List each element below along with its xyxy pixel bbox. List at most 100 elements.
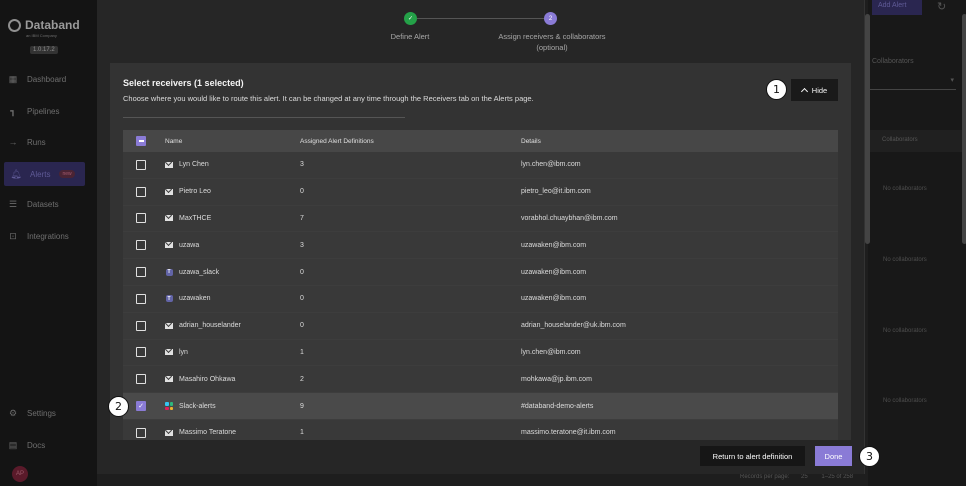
row-checkbox[interactable]: [136, 366, 146, 392]
add-alert-button[interactable]: Add Alert: [872, 0, 922, 15]
receiver-details: uzawaken@ibm.com: [521, 241, 587, 249]
step-connector: [417, 18, 544, 19]
per-page-select[interactable]: 25: [801, 474, 808, 480]
scrollbar-thumb[interactable]: [865, 14, 870, 244]
sidebar-item-runs[interactable]: → Runs: [8, 137, 46, 147]
brand: Databand: [8, 18, 80, 32]
receiver-details: vorabhol.chuaybhan@ibm.com: [521, 214, 618, 222]
row-checkbox[interactable]: [136, 206, 146, 232]
table-row[interactable]: Pietro Leo 0 pietro_leo@it.ibm.com: [123, 178, 838, 206]
sidebar-item-datasets[interactable]: ☰ Datasets: [8, 199, 59, 209]
step-current-indicator: 2: [544, 12, 557, 25]
sidebar-item-docs[interactable]: ▤ Docs: [8, 440, 46, 450]
no-collaborators-text: No collaborators: [883, 257, 927, 263]
receiver-details: massimo.teratone@it.ibm.com: [521, 429, 616, 437]
row-checkbox[interactable]: [136, 313, 146, 339]
row-checkbox[interactable]: [136, 232, 146, 258]
assigned-count: 0: [300, 188, 304, 196]
no-collaborators-text: No collaborators: [883, 186, 927, 192]
teams-icon: T: [165, 295, 173, 303]
sidebar-item-pipelines[interactable]: ┓ Pipelines: [8, 106, 59, 116]
receiver-name-cell: Slack-alerts: [165, 393, 216, 419]
sidebar-item-dashboard[interactable]: ▦ Dashboard: [8, 74, 66, 84]
collaborators-label: Collaborators: [872, 58, 914, 65]
step-assign-sub: (optional): [536, 43, 568, 52]
row-checkbox[interactable]: [136, 340, 146, 366]
receiver-details: lyn.chen@ibm.com: [521, 161, 581, 169]
assigned-count: 3: [300, 241, 304, 249]
table-row[interactable]: Masahiro Ohkawa 2 mohkawa@jp.ibm.com: [123, 366, 838, 394]
table-row[interactable]: MaxTHCE 7 vorabhol.chuaybhan@ibm.com: [123, 205, 838, 233]
sidebar-item-integrations[interactable]: ⊡ Integrations: [8, 231, 69, 241]
receiver-details: adrian_houselander@uk.ibm.com: [521, 322, 626, 330]
select-all-checkbox[interactable]: [136, 130, 146, 152]
collaborators-column-header: Collaborators: [868, 130, 966, 152]
teams-icon: T: [165, 268, 173, 276]
receiver-name-cell: uzawa: [165, 232, 199, 258]
sidebar: Databand an IBM Company 1.0.17.2 ▦ Dashb…: [0, 0, 97, 486]
table-row[interactable]: Tuzawa_slack 0 uzawaken@ibm.com: [123, 259, 838, 286]
sidebar-item-label: Settings: [27, 408, 56, 418]
refresh-icon[interactable]: ↻: [937, 0, 946, 13]
avatar[interactable]: AP: [12, 466, 28, 482]
table-row[interactable]: Lyn Chen 3 lyn.chen@ibm.com: [123, 152, 838, 179]
row-checkbox[interactable]: ✓: [136, 393, 146, 419]
table-row[interactable]: uzawa 3 uzawaken@ibm.com: [123, 232, 838, 260]
receiver-name: Slack-alerts: [179, 402, 216, 410]
return-to-alert-definition-button[interactable]: Return to alert definition: [700, 446, 805, 466]
done-button[interactable]: Done: [815, 446, 852, 466]
column-header-name[interactable]: Name: [165, 130, 182, 152]
receiver-name: Lyn Chen: [179, 161, 209, 169]
callout-badge: 3: [859, 446, 880, 467]
table-row[interactable]: adrian_houselander 0 adrian_houselander@uk…: [123, 312, 838, 340]
row-checkbox[interactable]: [136, 259, 146, 285]
brand-subtitle: an IBM Company: [26, 33, 57, 38]
receiver-name: MaxTHCE: [179, 214, 212, 222]
callout-badge: 1: [766, 79, 787, 100]
assigned-count: 1: [300, 348, 304, 356]
mail-icon: [165, 349, 173, 356]
collaborators-select[interactable]: ▾: [870, 72, 956, 90]
checkbox-unchecked-icon: [136, 267, 146, 278]
receiver-details: pietro_leo@it.ibm.com: [521, 188, 591, 196]
row-checkbox[interactable]: [136, 420, 146, 440]
receiver-name: uzawaken: [179, 295, 211, 303]
receiver-name: lyn: [179, 348, 188, 356]
step-define-alert[interactable]: Define Alert: [370, 31, 450, 42]
panel-title: Select receivers (1 selected): [123, 78, 244, 88]
hide-button[interactable]: Hide: [791, 79, 838, 101]
receiver-name: adrian_houselander: [179, 322, 241, 330]
row-checkbox[interactable]: [136, 179, 146, 205]
receiver-details: #databand-demo-alerts: [521, 402, 594, 410]
new-badge: new: [59, 170, 75, 178]
sidebar-item-settings[interactable]: ⚙ Settings: [8, 408, 56, 418]
column-header-details[interactable]: Details: [521, 130, 541, 152]
assigned-count: 0: [300, 268, 304, 276]
table-row[interactable]: ✓ Slack-alerts 9 #databand-demo-alerts: [123, 393, 838, 420]
callout-badge: 2: [108, 396, 129, 417]
receiver-name: uzawa_slack: [179, 268, 220, 276]
sidebar-item-label: Datasets: [27, 199, 59, 209]
receiver-name-cell: MaxTHCE: [165, 206, 211, 232]
sidebar-item-alerts[interactable]: 🔔︎ Alerts new: [4, 162, 85, 186]
checkbox-unchecked-icon: [136, 186, 146, 197]
table-row[interactable]: Massimo Teratone 1 massimo.teratone@it.ibm…: [123, 419, 838, 440]
row-checkbox[interactable]: [136, 286, 146, 312]
sidebar-item-label: Integrations: [27, 231, 69, 241]
receivers-panel: Select receivers (1 selected) Choose whe…: [110, 63, 851, 440]
database-icon: ☰: [8, 198, 18, 209]
table-row[interactable]: lyn 1 lyn.chen@ibm.com: [123, 339, 838, 367]
brand-name: Databand: [25, 18, 80, 32]
modal-scrollbar[interactable]: [962, 14, 966, 244]
receiver-name-cell: lyn: [165, 340, 188, 366]
receiver-details: uzawaken@ibm.com: [521, 268, 587, 276]
table-row[interactable]: Tuzawaken 0 uzawaken@ibm.com: [123, 285, 838, 313]
step-assign-receivers[interactable]: Assign receivers & collaborators (option…: [482, 31, 622, 53]
column-header-assigned[interactable]: Assigned Alert Definitions: [300, 130, 374, 152]
assigned-count: 0: [300, 295, 304, 303]
chevron-up-icon: [800, 87, 808, 96]
receiver-details: lyn.chen@ibm.com: [521, 348, 581, 356]
row-checkbox[interactable]: [136, 152, 146, 178]
no-collaborators-text: No collaborators: [883, 328, 927, 334]
receiver-name-cell: Masahiro Ohkawa: [165, 366, 235, 392]
